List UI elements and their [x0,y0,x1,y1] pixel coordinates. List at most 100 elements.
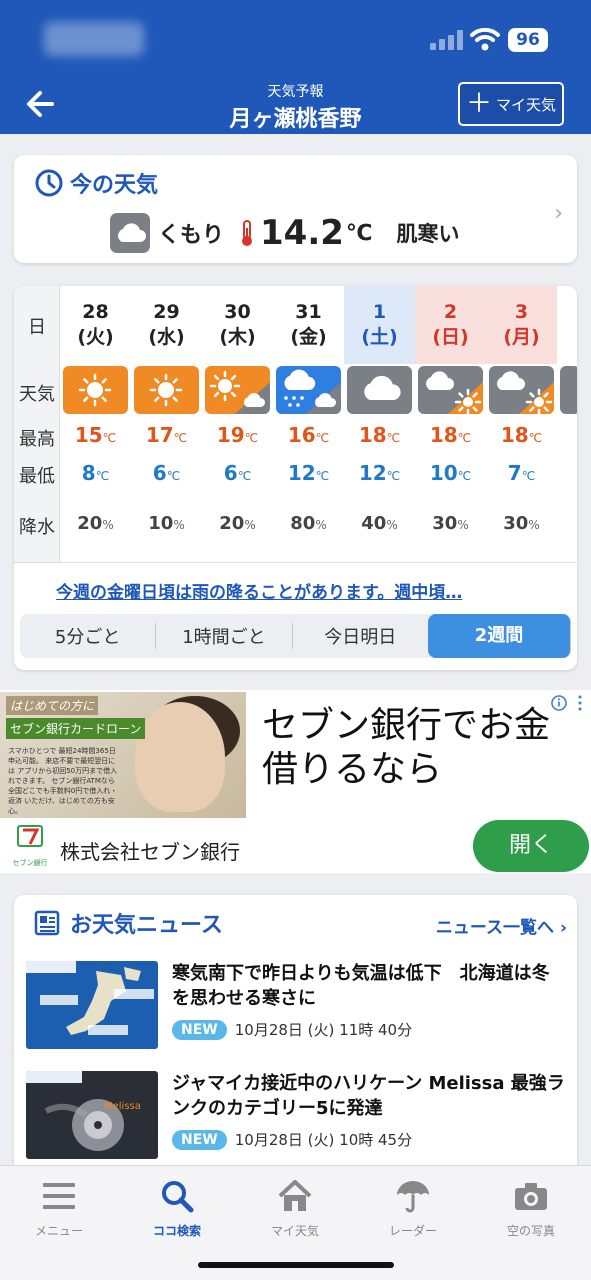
tab-radar[interactable]: レーダー [354,1176,472,1239]
forecast-day-column[interactable]: 3 (月) 18℃ 7℃ 30% [486,286,557,562]
segment-hourly[interactable]: 1時間ごと [156,623,293,649]
thermometer-icon [242,220,253,246]
forecast-day-column[interactable]: 31 (金) 16℃ 12℃ 80% [273,286,344,562]
add-my-weather-button[interactable]: ＋ マイ天気 [458,82,564,126]
current-condition: くもり [158,223,225,248]
forecast-rain-chance: 40% [361,513,398,534]
current-temperature-unit: ℃ [345,220,373,246]
hurricane-satellite-thumb: Melissa [26,1071,158,1159]
cloud-icon [110,213,150,253]
ad-banner-line2: セブン銀行カードローン [6,718,146,739]
forecast-high: 18℃ [500,423,543,447]
forecast-high: 18℃ [429,423,472,447]
forecast-low: 10℃ [429,461,472,485]
new-badge: NEW [172,1129,227,1150]
tab-search[interactable]: ココ検索 [118,1176,236,1239]
current-weather-card[interactable]: 今の天気 くもり 14.2 ℃ 肌寒い › [14,155,577,263]
forecast-high: 18℃ [358,423,401,447]
forecast-label-column: 日 天気 最高 最低 降水 [14,286,60,562]
current-weather-heading: 今の天気 [34,167,158,199]
weekly-summary-link[interactable]: 今週の金曜日頃は雨の降ることがあります。週中頃… [56,578,462,603]
forecast-day-column[interactable]: 28 (火) 15℃ 8℃ 20% [60,286,131,562]
news-list-link[interactable]: ニュース一覧へ › [436,913,567,938]
news-item-time: 10月28日 (火) 10時 45分 [234,1131,413,1149]
wifi-icon [470,27,500,51]
ad-open-button[interactable]: 開く [473,820,589,872]
segment-today-tomorrow[interactable]: 今日明日 [293,623,428,649]
current-weather-title: 今の天気 [70,173,159,198]
ad-headline[interactable]: セブン銀行でお金借りるなら [262,704,582,792]
sun-then-cloud-icon [205,366,270,414]
forecast-rain-chance: 30% [503,513,540,534]
next-day-icon-partial [560,366,577,414]
status-time-blurred [44,22,144,56]
battery-indicator: 96 [508,28,548,52]
forecast-day-column[interactable]: 30 (木) 19℃ 6℃ 20% [202,286,273,562]
forecast-date: 2 (日) [415,286,486,364]
current-feel: 肌寒い [396,222,460,246]
svg-text:Melissa: Melissa [104,1101,141,1112]
news-item-meta: NEW 10月28日 (火) 11時 40分 [172,1019,412,1040]
news-item-title: ジャマイカ接近中のハリケーン Melissa 最強ランクのカテゴリー5に発達 [172,1073,565,1119]
search-icon [162,1181,194,1213]
cloud-icon [347,366,412,414]
forecast-high: 15℃ [74,423,117,447]
forecast-date: 29 (水) [148,301,185,348]
plus-icon: ＋ [465,89,492,119]
newspaper-icon [34,910,60,936]
forecast-date: 31 (金) [290,301,327,348]
news-item-time: 10月28日 (火) 11時 40分 [234,1021,413,1039]
ad-image[interactable]: はじめての方に セブン銀行カードローン スマホひとつで 最短24時間365日申込… [0,692,246,818]
tab-radar-label: レーダー [388,1224,437,1238]
forecast-day-column[interactable]: 2 (日) 18℃ 10℃ 30% [415,286,486,562]
clock-icon [35,169,63,197]
label-high: 最高 [19,429,55,450]
weather-news-card: お天気ニュース ニュース一覧へ › 寒気南下で昨日よりも気温は低下 北海道は冬を… [14,895,577,1195]
new-badge: NEW [172,1019,227,1040]
label-rain: 降水 [19,517,55,538]
home-icon [278,1180,312,1211]
cellular-signal-icon [430,30,464,50]
tab-my-weather[interactable]: マイ天気 [236,1176,354,1239]
ad-small-text: スマホひとつで 最短24時間365日申込可能。 来店不要で最短翌日には アプリか… [8,747,118,815]
forecast-low: 12℃ [358,461,401,485]
news-item-title: 寒気南下で昨日よりも気温は低下 北海道は冬を思わせる寒さに [172,963,550,1009]
tab-sky-photos-label: 空の写真 [506,1224,555,1238]
forecast-date: 1 (土) [344,286,415,364]
current-temperature: 14.2 [260,213,344,253]
forecast-range-selector: 5分ごと 1時間ごと 今日明日 2週間 [20,614,572,658]
tab-sky-photos[interactable]: 空の写真 [472,1176,590,1239]
news-title: お天気ニュース [70,913,223,938]
segment-2weeks[interactable]: 2週間 [427,614,572,658]
app-header: 96 天気予報 月ヶ瀬桃香野 ＋ マイ天気 [0,0,591,134]
tab-search-label: ココ検索 [152,1224,201,1238]
home-indicator [198,1262,394,1268]
tab-my-weather-label: マイ天気 [270,1224,319,1238]
news-item-meta: NEW 10月28日 (火) 10時 45分 [172,1129,412,1150]
forecast-day-column[interactable]: 1 (土) 18℃ 12℃ 40% [344,286,415,562]
rain-then-cloud-icon [276,366,341,414]
news-item[interactable]: 寒気南下で昨日よりも気温は低下 北海道は冬を思わせる寒さに NEW 10月28日… [26,961,566,1053]
add-my-weather-label: マイ天気 [496,95,557,114]
forecast-date: 30 (木) [219,301,256,348]
cloud-then-sun-icon [418,366,483,414]
advertisement[interactable]: はじめての方に セブン銀行カードローン スマホひとつで 最短24時間365日申込… [0,690,591,873]
segment-5min[interactable]: 5分ごと [20,623,157,649]
tab-menu-label: メニュー [34,1224,83,1238]
ad-info-icon[interactable] [550,694,584,712]
forecast-rain-chance: 30% [432,513,469,534]
sun-icon [63,366,128,414]
current-weather-body: くもり 14.2 ℃ 肌寒い [110,213,460,253]
forecast-high: 16℃ [287,423,330,447]
forecast-low: 12℃ [287,461,330,485]
ad-banner-line1: はじめての方に [6,696,99,715]
forecast-rain-chance: 20% [77,513,114,534]
news-item[interactable]: Melissa ジャマイカ接近中のハリケーン Melissa 最強ランクのカテゴ… [26,1071,566,1163]
label-low: 最低 [19,466,55,487]
ad-company-name: 株式会社セブン銀行 [60,840,240,864]
forecast-low: 6℃ [152,461,181,485]
forecast-rain-chance: 20% [219,513,256,534]
tab-menu[interactable]: メニュー [0,1176,118,1239]
chevron-right-icon: › [554,201,563,226]
forecast-day-column[interactable]: 29 (水) 17℃ 6℃ 10% [131,286,202,562]
